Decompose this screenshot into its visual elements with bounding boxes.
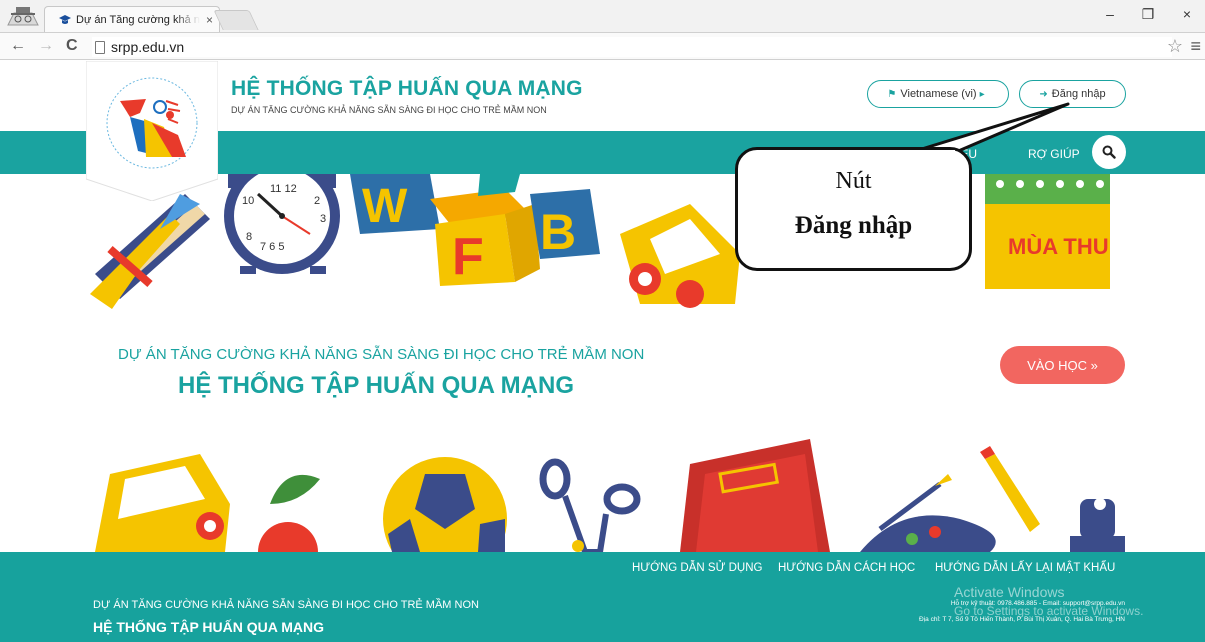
maximize-button[interactable]: ❐: [1136, 6, 1160, 23]
sign-in-icon: ➜: [1039, 88, 1048, 100]
address-bar: ← → C srpp.edu.vn ☆ ≡: [0, 32, 1205, 60]
project-logo[interactable]: [86, 61, 218, 201]
url-field[interactable]: srpp.edu.vn: [92, 37, 1172, 57]
language-label: Vietnamese (vi): [900, 88, 977, 100]
hero-subtitle: DỰ ÁN TĂNG CƯỜNG KHẢ NĂNG SẴN SÀNG ĐI HỌ…: [118, 346, 645, 363]
clock-icon: 11 12 10 2 3 8 7 6 5: [224, 174, 340, 274]
bookmark-star-icon[interactable]: ☆: [1167, 36, 1183, 57]
svg-text:MÙA THU: MÙA THU: [1008, 234, 1109, 259]
pencil-icon: [980, 446, 1040, 532]
footer-link-usage[interactable]: HƯỚNG DẪN SỬ DỤNG: [632, 562, 762, 574]
hero-title: HỆ THỐNG TẬP HUẤN QUA MẠNG: [178, 372, 574, 399]
red-book-icon: [680, 439, 830, 552]
paint-palette-icon: [860, 474, 996, 552]
svg-text:7 6 5: 7 6 5: [260, 241, 284, 253]
svg-text:W: W: [362, 180, 408, 233]
login-callout: Nút Đăng nhập: [735, 147, 972, 271]
windows-watermark-title: Activate Windows: [954, 584, 1065, 600]
site-footer: HƯỚNG DẪN SỬ DỤNG HƯỚNG DẪN CÁCH HỌC HƯỚ…: [0, 552, 1205, 642]
svg-text:8: 8: [246, 231, 252, 243]
search-button[interactable]: [1092, 135, 1126, 169]
site-title[interactable]: HỆ THỐNG TẬP HUẤN QUA MẠNG: [231, 77, 583, 101]
graduation-cap-icon: [59, 14, 71, 24]
incognito-icon: [7, 7, 39, 26]
footer-link-password[interactable]: HƯỚNG DẪN LẤY LẠI MẬT KHẨU: [935, 562, 1115, 574]
footer-subtitle: DỰ ÁN TĂNG CƯỜNG KHẢ NĂNG SẴN SÀNG ĐI HỌ…: [93, 599, 479, 611]
browser-menu-icon[interactable]: ≡: [1190, 36, 1201, 57]
soccer-ball-icon: [383, 457, 507, 552]
tab-close-icon[interactable]: ×: [206, 13, 213, 27]
minimize-button[interactable]: –: [1098, 6, 1122, 22]
svg-text:11 12: 11 12: [270, 183, 297, 195]
tab-title: Dự án Tăng cường khả năng: [76, 13, 200, 26]
language-selector[interactable]: ⚑ Vietnamese (vi) ▸: [867, 80, 1009, 108]
books-icon: [90, 194, 210, 309]
flag-icon: ⚑: [887, 88, 897, 100]
caret-right-icon: ▸: [979, 88, 985, 100]
nav-item-help[interactable]: RỢ GIÚP: [1028, 147, 1080, 161]
login-label: Đăng nhập: [1051, 88, 1106, 100]
forward-button[interactable]: →: [38, 37, 54, 55]
footer-link-learning[interactable]: HƯỚNG DẪN CÁCH HỌC: [778, 562, 915, 574]
footer-title: HỆ THỐNG TẬP HUẤN QUA MẠNG: [93, 619, 324, 635]
callout-joint: [915, 150, 955, 155]
footer-support: Hỗ trợ kỹ thuật: 0978.486.885 - Email: s…: [950, 600, 1125, 607]
reload-button[interactable]: C: [66, 37, 78, 55]
svg-text:F: F: [452, 228, 484, 286]
school-bus-bottom-icon: [95, 454, 230, 552]
search-icon: [1102, 145, 1116, 159]
back-button[interactable]: ←: [10, 37, 26, 55]
apple-icon: [258, 474, 320, 552]
browser-tab[interactable]: Dự án Tăng cường khả năng ×: [44, 6, 220, 32]
school-bus-icon: [620, 204, 740, 308]
login-button[interactable]: ➜ Đăng nhập: [1019, 80, 1126, 108]
site-subtitle: DỰ ÁN TĂNG CƯỜNG KHẢ NĂNG SẴN SÀNG ĐI HỌ…: [231, 105, 547, 115]
svg-text:3: 3: [320, 213, 326, 225]
callout-line-2: Đăng nhập: [794, 212, 913, 239]
hero-banner: 11 12 10 2 3 8 7 6 5 W F B MÙA THU DỰ ÁN…: [0, 174, 1205, 552]
close-window-button[interactable]: ×: [1175, 6, 1199, 22]
svg-text:B: B: [540, 204, 576, 260]
svg-text:10: 10: [242, 195, 254, 207]
new-tab-button[interactable]: [213, 10, 259, 30]
letter-blocks-icon: W F B: [350, 174, 600, 286]
calendar-icon: MÙA THU: [985, 174, 1110, 289]
enter-course-button[interactable]: VÀO HỌC »: [1000, 346, 1125, 384]
footer-address: Địa chỉ: T 7, Số 9 Tô Hiến Thành, P. Bùi…: [919, 616, 1125, 623]
url-text: srpp.edu.vn: [111, 39, 185, 55]
browser-tab-bar: Dự án Tăng cường khả năng × – ❐ ×: [0, 0, 1205, 32]
scissors-icon: [539, 458, 641, 552]
page-icon: [95, 40, 105, 54]
microscope-icon: [1070, 498, 1125, 552]
callout-line-1: Nút: [835, 168, 872, 194]
svg-text:2: 2: [314, 195, 320, 207]
